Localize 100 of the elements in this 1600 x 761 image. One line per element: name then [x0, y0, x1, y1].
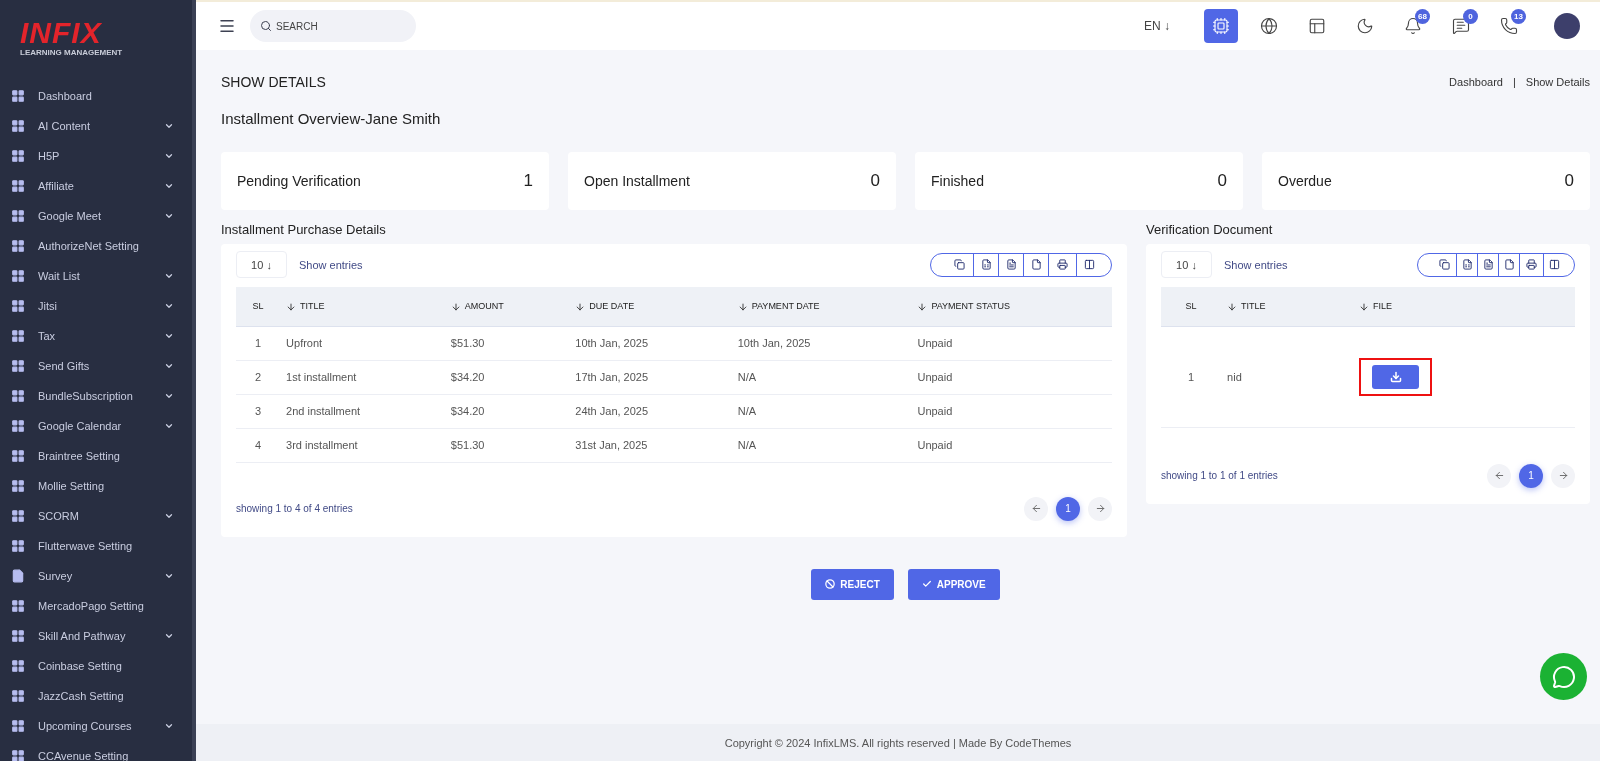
sidebar-item[interactable]: Send Gifts: [0, 351, 192, 381]
grid-icon: [11, 149, 25, 163]
table-cell: N/A: [731, 428, 912, 462]
table-cell: Unpaid: [911, 428, 1112, 462]
grid-icon: [11, 209, 25, 223]
arrow-right-icon: [1557, 470, 1569, 481]
search-field[interactable]: SEARCH: [250, 10, 416, 42]
sidebar-item[interactable]: Survey: [0, 561, 192, 591]
avatar[interactable]: [1554, 13, 1580, 39]
sidebar-item[interactable]: AuthorizeNet Setting: [0, 231, 192, 261]
check-icon: [921, 579, 932, 589]
footer-text: Copyright © 2024 InfixLMS. All rights reserved | Made By CodeThemes: [196, 724, 1600, 761]
menu-icon[interactable]: [218, 17, 236, 35]
table-cell: N/A: [731, 360, 912, 394]
sidebar-item[interactable]: MercadoPago Setting: [0, 591, 192, 621]
table-cell: 2: [236, 360, 281, 394]
stat-value: 1: [523, 171, 533, 191]
sidebar-item[interactable]: Dashboard: [0, 81, 192, 111]
breadcrumb-link[interactable]: Show Details: [1525, 76, 1590, 88]
column-header[interactable]: TITLE: [280, 287, 445, 326]
table-cell: $34.20: [444, 394, 570, 428]
column-header[interactable]: FILE: [1353, 287, 1575, 326]
stat-value: 0: [1217, 171, 1227, 191]
column-header[interactable]: SL: [236, 287, 281, 326]
grid-icon: [11, 89, 25, 103]
grid-icon: [11, 179, 25, 193]
bell-button[interactable]: 68: [1396, 9, 1430, 43]
grid-icon: [11, 629, 25, 643]
next-page-button[interactable]: [1088, 496, 1112, 521]
grid-icon: [11, 659, 25, 673]
sidebar-item[interactable]: Coinbase Setting: [0, 651, 192, 681]
grid-icon: [11, 539, 25, 553]
sidebar-item[interactable]: Braintree Setting: [0, 441, 192, 471]
print-icon: [1526, 259, 1537, 270]
document-icon: [1005, 259, 1017, 270]
sidebar-item[interactable]: Google Calendar: [0, 411, 192, 441]
column-header[interactable]: DUE DATE: [569, 287, 732, 326]
sidebar-item[interactable]: AI Content: [0, 111, 192, 141]
bell-icon: [1404, 17, 1422, 35]
chip-button[interactable]: [1204, 9, 1238, 43]
sidebar-item[interactable]: Jitsi: [0, 291, 192, 321]
next-page-button[interactable]: [1551, 463, 1575, 488]
table-cell: Unpaid: [911, 394, 1112, 428]
previous-page-button[interactable]: [1487, 463, 1511, 488]
sidebar-item[interactable]: Tax: [0, 321, 192, 351]
sidebar-item[interactable]: Affiliate: [0, 171, 192, 201]
grid-icon: [11, 329, 25, 343]
previous-page-button[interactable]: [1024, 496, 1048, 521]
table-cell: nid: [1221, 326, 1353, 427]
document-icon: [1482, 259, 1494, 270]
sidebar-item[interactable]: Mollie Setting: [0, 471, 192, 501]
moon-icon: [1356, 17, 1374, 35]
sidebar-item[interactable]: SCORM: [0, 501, 192, 531]
page-button[interactable]: 1: [1519, 463, 1543, 488]
grid-icon: [11, 599, 25, 613]
page-title: SHOW DETAILS: [221, 74, 326, 90]
reject-button[interactable]: REJECT: [811, 568, 894, 600]
sidebar-item[interactable]: Upcoming Courses: [0, 711, 192, 741]
arrow-right-icon: [1094, 503, 1106, 514]
sidebar-item[interactable]: JazzCash Setting: [0, 681, 192, 711]
page-size-select[interactable]: 10 ↓: [1161, 251, 1212, 278]
column-header[interactable]: AMOUNT: [444, 287, 570, 326]
stat-value: 0: [1564, 171, 1574, 191]
language-select[interactable]: EN ↓: [1144, 19, 1170, 33]
column-header[interactable]: PAYMENT DATE: [731, 287, 912, 326]
file-icon: [1503, 259, 1515, 270]
sidebar-item[interactable]: Wait List: [0, 261, 192, 291]
sidebar-item[interactable]: Google Meet: [0, 201, 192, 231]
page-button[interactable]: 1: [1056, 496, 1080, 521]
page-subtitle: Installment Overview-Jane Smith: [221, 110, 442, 127]
show-entries-label: Show entries: [1224, 258, 1288, 271]
grid-icon: [11, 689, 25, 703]
stat-value: 0: [870, 171, 880, 191]
chat-icon: [1452, 17, 1470, 35]
breadcrumb-link[interactable]: Dashboard: [1449, 76, 1503, 88]
grid-icon: [11, 389, 25, 403]
grid-icon: [11, 299, 25, 313]
column-header[interactable]: SL: [1161, 287, 1222, 326]
sidebar-item[interactable]: BundleSubscription: [0, 381, 192, 411]
phone-chat-icon: [1551, 664, 1576, 689]
table-cell: 31st Jan, 2025: [569, 428, 732, 462]
download-button[interactable]: [1372, 364, 1419, 389]
page-size-select[interactable]: 10 ↓: [236, 251, 287, 278]
column-header[interactable]: PAYMENT STATUS: [911, 287, 1112, 326]
phone-button[interactable]: 13: [1492, 9, 1526, 43]
grid-icon: [11, 239, 25, 253]
sidebar-item[interactable]: Skill And Pathway: [0, 621, 192, 651]
section-heading: Installment Purchase Details: [221, 222, 387, 237]
column-header[interactable]: TITLE: [1221, 287, 1353, 326]
stat-label: Pending Verification: [237, 173, 361, 189]
table-cell: $34.20: [444, 360, 570, 394]
download-icon: [1389, 370, 1402, 383]
table-cell: 2nd installment: [280, 394, 445, 428]
table-cell: 1st installment: [280, 360, 445, 394]
approve-button[interactable]: APPROVE: [907, 568, 1000, 600]
sidebar-item[interactable]: H5P: [0, 141, 192, 171]
grid-icon: [11, 449, 25, 463]
sidebar-item[interactable]: Flutterwave Setting: [0, 531, 192, 561]
chat-button[interactable]: 0: [1444, 9, 1478, 43]
print-icon: [1057, 259, 1068, 270]
